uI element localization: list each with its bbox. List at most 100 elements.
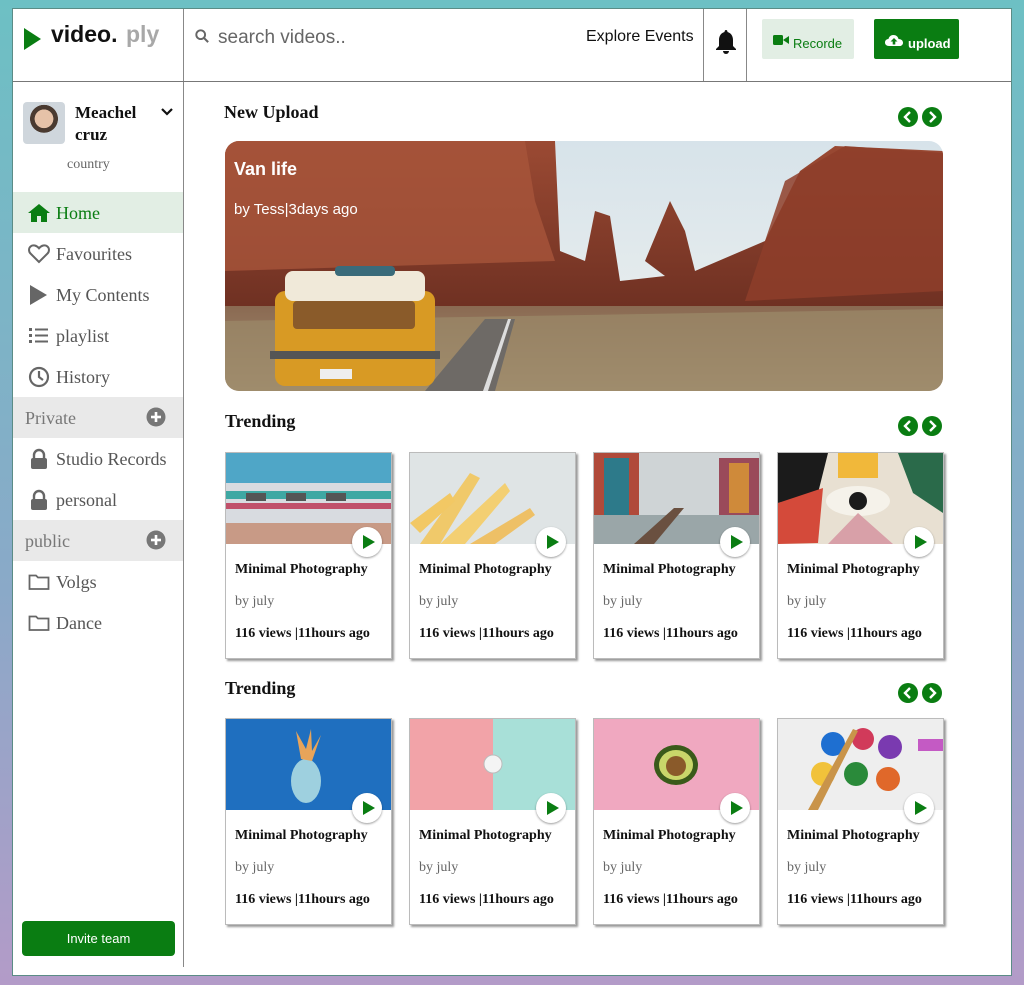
trending-row-1: Minimal Photography by july 116 views |1… <box>225 452 945 660</box>
section-title-trending: Trending <box>225 678 296 698</box>
chevron-left-icon[interactable] <box>898 416 918 436</box>
cloud-upload-icon <box>885 35 903 46</box>
play-button[interactable] <box>352 527 382 557</box>
video-card[interactable]: Minimal Photography by july 116 views |1… <box>225 452 392 659</box>
video-author: by july <box>787 594 827 609</box>
video-meta: 116 views |11hours ago <box>235 892 370 907</box>
play-button[interactable] <box>352 793 382 823</box>
video-meta: 116 views |11hours ago <box>235 626 370 641</box>
add-public-icon[interactable] <box>146 530 166 550</box>
record-button-label: Recorde <box>793 36 843 51</box>
sidebar-item-label: History <box>56 367 110 387</box>
sidebar-item-label: Dance <box>56 613 102 633</box>
video-card[interactable]: Minimal Photography by july 116 views |1… <box>593 718 760 925</box>
video-title: Minimal Photography <box>419 562 552 577</box>
video-card[interactable]: Minimal Photography by july 116 views |1… <box>225 718 392 925</box>
trending-carousel-controls <box>898 416 944 436</box>
top-bar: video. ply Explore Events Recorde <box>13 9 1011 82</box>
play-logo-icon <box>24 28 41 50</box>
video-meta: 116 views |11hours ago <box>787 892 922 907</box>
folder-icon <box>28 615 50 631</box>
featured-video-subtitle: by Tess|3days ago <box>234 201 358 218</box>
video-card[interactable]: Minimal Photography by july 116 views |1… <box>777 718 944 925</box>
private-section-label: Private <box>25 408 76 428</box>
list-icon <box>29 328 48 343</box>
sidebar-item-label: Favourites <box>56 244 132 264</box>
sidebar: Meachel cruz country Home Favourites My … <box>13 82 184 967</box>
record-button[interactable]: Recorde <box>762 19 854 59</box>
video-author: by july <box>235 860 275 875</box>
sidebar-item-label: Home <box>56 203 100 223</box>
lock-icon <box>31 448 47 469</box>
notifications-button[interactable] <box>703 9 747 81</box>
add-private-icon[interactable] <box>146 407 166 427</box>
sidebar-item-label: Volgs <box>56 572 97 592</box>
play-button[interactable] <box>904 793 934 823</box>
chevron-down-icon[interactable] <box>161 108 173 116</box>
upload-button[interactable]: upload <box>874 19 959 59</box>
upload-button-label: upload <box>908 36 951 51</box>
trending-carousel-controls <box>898 683 944 703</box>
play-button[interactable] <box>536 527 566 557</box>
main-content: New Upload Van life by Tess|3days ago Tr… <box>185 82 1011 967</box>
sidebar-item-personal[interactable]: personal <box>13 479 183 520</box>
van <box>270 266 440 386</box>
play-button[interactable] <box>720 527 750 557</box>
video-title: Minimal Photography <box>787 828 920 843</box>
video-author: by july <box>235 594 275 609</box>
sidebar-item-home[interactable]: Home <box>13 192 183 233</box>
video-author: by july <box>787 860 827 875</box>
video-title: Minimal Photography <box>235 828 368 843</box>
public-section-label: public <box>25 531 70 551</box>
chevron-left-icon[interactable] <box>898 107 918 127</box>
bell-icon <box>716 30 736 54</box>
featured-video-title: Van life <box>234 159 298 179</box>
video-meta: 116 views |11hours ago <box>603 626 738 641</box>
video-card[interactable]: Minimal Photography by july 116 views |1… <box>777 452 944 659</box>
featured-video-banner[interactable]: Van life by Tess|3days ago <box>225 141 943 391</box>
chevron-right-icon[interactable] <box>922 683 942 703</box>
sidebar-item-volgs[interactable]: Volgs <box>13 561 183 602</box>
video-card[interactable]: Minimal Photography by july 116 views |1… <box>593 452 760 659</box>
section-title-new-upload: New Upload <box>224 102 319 122</box>
folder-icon <box>28 574 50 590</box>
chevron-left-icon[interactable] <box>898 683 918 703</box>
search-input[interactable] <box>218 25 568 51</box>
chevron-right-icon[interactable] <box>922 416 942 436</box>
sidebar-item-label: Studio Records <box>56 449 167 469</box>
video-author: by july <box>603 594 643 609</box>
new-upload-carousel-controls <box>898 107 944 127</box>
sidebar-item-favourites[interactable]: Favourites <box>13 233 183 274</box>
video-card[interactable]: Minimal Photography by july 116 views |1… <box>409 452 576 659</box>
profile-location: country <box>67 157 110 172</box>
video-title: Minimal Photography <box>235 562 368 577</box>
section-title-trending: Trending <box>225 411 296 431</box>
sidebar-item-history[interactable]: History <box>13 356 183 397</box>
video-title: Minimal Photography <box>419 828 552 843</box>
explore-events-link[interactable]: Explore Events <box>586 28 694 46</box>
play-button[interactable] <box>720 793 750 823</box>
play-button[interactable] <box>536 793 566 823</box>
chevron-right-icon[interactable] <box>922 107 942 127</box>
sidebar-item-playlist[interactable]: playlist <box>13 315 183 356</box>
user-profile[interactable]: Meachel cruz country <box>23 100 183 172</box>
play-button[interactable] <box>904 527 934 557</box>
search-bar <box>193 25 573 51</box>
sidebar-item-label: playlist <box>56 326 109 346</box>
brand-logo[interactable]: video. ply <box>13 9 184 81</box>
video-title: Minimal Photography <box>603 562 736 577</box>
invite-team-button[interactable]: Invite team <box>22 921 175 956</box>
sidebar-item-dance[interactable]: Dance <box>13 602 183 643</box>
video-card[interactable]: Minimal Photography by july 116 views |1… <box>409 718 576 925</box>
search-icon <box>195 29 209 43</box>
private-section-header: Private <box>13 397 183 438</box>
clock-icon <box>28 366 50 388</box>
video-meta: 116 views |11hours ago <box>419 892 554 907</box>
lock-icon <box>31 489 47 510</box>
video-author: by july <box>419 860 459 875</box>
sidebar-item-studio-records[interactable]: Studio Records <box>13 438 183 479</box>
video-meta: 116 views |11hours ago <box>603 892 738 907</box>
sidebar-item-my-contents[interactable]: My Contents <box>13 274 183 315</box>
featured-video-thumbnail <box>225 141 943 391</box>
app-window: video. ply Explore Events Recorde <box>12 8 1012 976</box>
